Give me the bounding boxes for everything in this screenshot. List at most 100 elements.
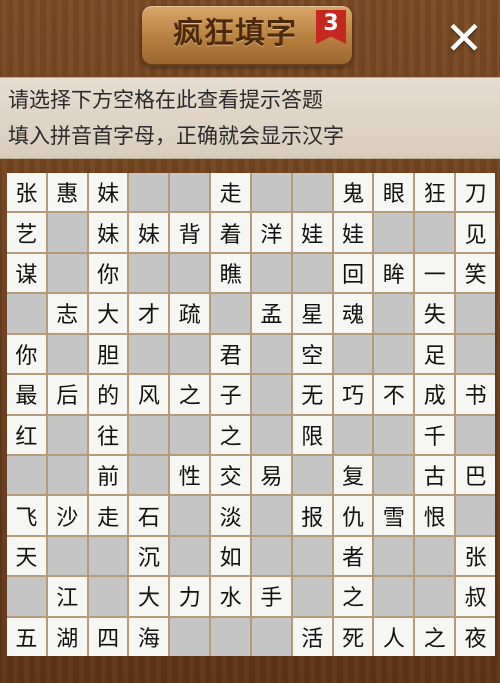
grid-cell[interactable]: 叔 bbox=[456, 577, 495, 616]
grid-cell-empty[interactable] bbox=[292, 455, 332, 495]
grid-cell-empty[interactable] bbox=[374, 577, 414, 616]
grid-cell[interactable]: 易 bbox=[251, 455, 291, 495]
grid-cell-empty[interactable] bbox=[47, 536, 87, 576]
grid-cell[interactable]: 眸 bbox=[374, 253, 414, 293]
grid-cell[interactable]: 空 bbox=[292, 334, 332, 374]
grid-cell-empty[interactable] bbox=[170, 536, 210, 576]
grid-cell[interactable]: 疏 bbox=[170, 294, 210, 333]
grid-cell-empty[interactable] bbox=[374, 455, 414, 495]
grid-cell-empty[interactable] bbox=[292, 253, 332, 293]
grid-cell-empty[interactable] bbox=[129, 173, 169, 212]
grid-cell[interactable]: 湖 bbox=[47, 617, 87, 656]
grid-cell[interactable]: 雪 bbox=[374, 496, 414, 535]
grid-cell[interactable]: 海 bbox=[129, 617, 169, 656]
grid-cell-empty[interactable] bbox=[47, 415, 87, 454]
grid-cell-empty[interactable] bbox=[211, 294, 250, 333]
grid-cell[interactable]: 手 bbox=[251, 577, 291, 616]
grid-cell-empty[interactable] bbox=[47, 213, 87, 252]
grid-cell-empty[interactable] bbox=[170, 496, 210, 535]
grid-cell-empty[interactable] bbox=[333, 415, 373, 454]
grid-cell-empty[interactable] bbox=[170, 253, 210, 293]
grid-cell-empty[interactable] bbox=[415, 577, 455, 616]
grid-cell-empty[interactable] bbox=[415, 213, 455, 252]
grid-cell[interactable]: 笑 bbox=[456, 253, 495, 293]
grid-cell[interactable]: 鬼 bbox=[333, 173, 373, 212]
grid-cell[interactable]: 足 bbox=[415, 334, 455, 374]
grid-cell[interactable]: 天 bbox=[7, 536, 46, 576]
grid-cell[interactable]: 复 bbox=[333, 455, 373, 495]
grid-cell-empty[interactable] bbox=[129, 415, 169, 454]
grid-cell-empty[interactable] bbox=[47, 334, 87, 374]
grid-cell[interactable]: 限 bbox=[292, 415, 332, 454]
grid-cell-empty[interactable] bbox=[88, 577, 128, 616]
grid-cell[interactable]: 张 bbox=[456, 536, 495, 576]
grid-cell-empty[interactable] bbox=[374, 536, 414, 576]
grid-cell-empty[interactable] bbox=[374, 294, 414, 333]
grid-cell[interactable]: 报 bbox=[292, 496, 332, 535]
grid-cell[interactable]: 无 bbox=[292, 375, 332, 414]
grid-cell-empty[interactable] bbox=[456, 334, 495, 374]
grid-cell[interactable]: 往 bbox=[88, 415, 128, 454]
grid-cell-empty[interactable] bbox=[7, 455, 46, 495]
grid-cell[interactable]: 五 bbox=[7, 617, 46, 656]
grid-cell[interactable]: 着 bbox=[211, 213, 250, 252]
grid-cell-empty[interactable] bbox=[333, 334, 373, 374]
grid-cell[interactable]: 背 bbox=[170, 213, 210, 252]
grid-cell-empty[interactable] bbox=[374, 213, 414, 252]
grid-cell[interactable]: 死 bbox=[333, 617, 373, 656]
grid-cell-empty[interactable] bbox=[251, 496, 291, 535]
grid-cell[interactable]: 沙 bbox=[47, 496, 87, 535]
grid-cell[interactable]: 活 bbox=[292, 617, 332, 656]
grid-cell[interactable]: 见 bbox=[456, 213, 495, 252]
grid-cell-empty[interactable] bbox=[170, 173, 210, 212]
grid-cell[interactable]: 红 bbox=[7, 415, 46, 454]
grid-cell-empty[interactable] bbox=[251, 253, 291, 293]
grid-cell-empty[interactable] bbox=[129, 455, 169, 495]
grid-cell[interactable]: 子 bbox=[211, 375, 250, 414]
grid-cell[interactable]: 走 bbox=[211, 173, 250, 212]
grid-cell[interactable]: 恨 bbox=[415, 496, 455, 535]
grid-cell[interactable]: 妹 bbox=[129, 213, 169, 252]
grid-cell-empty[interactable] bbox=[7, 577, 46, 616]
grid-cell[interactable]: 成 bbox=[415, 375, 455, 414]
grid-cell[interactable]: 孟 bbox=[251, 294, 291, 333]
grid-cell[interactable]: 谋 bbox=[7, 253, 46, 293]
grid-cell[interactable]: 之 bbox=[415, 617, 455, 656]
grid-cell[interactable]: 千 bbox=[415, 415, 455, 454]
grid-cell[interactable]: 仇 bbox=[333, 496, 373, 535]
grid-cell-empty[interactable] bbox=[292, 536, 332, 576]
grid-cell[interactable]: 失 bbox=[415, 294, 455, 333]
grid-cell[interactable]: 如 bbox=[211, 536, 250, 576]
grid-cell-empty[interactable] bbox=[211, 617, 250, 656]
grid-cell-empty[interactable] bbox=[251, 375, 291, 414]
grid-cell-empty[interactable] bbox=[251, 173, 291, 212]
grid-cell[interactable]: 前 bbox=[88, 455, 128, 495]
grid-cell[interactable]: 不 bbox=[374, 375, 414, 414]
grid-cell[interactable]: 魂 bbox=[333, 294, 373, 333]
grid-cell[interactable]: 夜 bbox=[456, 617, 495, 656]
grid-cell[interactable]: 江 bbox=[47, 577, 87, 616]
grid-cell[interactable]: 艺 bbox=[7, 213, 46, 252]
grid-cell-empty[interactable] bbox=[374, 334, 414, 374]
grid-cell[interactable]: 走 bbox=[88, 496, 128, 535]
grid-cell[interactable]: 你 bbox=[7, 334, 46, 374]
grid-cell[interactable]: 的 bbox=[88, 375, 128, 414]
grid-cell[interactable]: 才 bbox=[129, 294, 169, 333]
grid-cell[interactable]: 大 bbox=[88, 294, 128, 333]
grid-cell[interactable]: 之 bbox=[333, 577, 373, 616]
grid-cell[interactable]: 飞 bbox=[7, 496, 46, 535]
close-icon[interactable]: ✕ bbox=[440, 14, 488, 62]
grid-cell-empty[interactable] bbox=[129, 334, 169, 374]
grid-cell-empty[interactable] bbox=[251, 617, 291, 656]
grid-cell[interactable]: 胆 bbox=[88, 334, 128, 374]
grid-cell[interactable]: 四 bbox=[88, 617, 128, 656]
grid-cell-empty[interactable] bbox=[170, 334, 210, 374]
grid-cell[interactable]: 淡 bbox=[211, 496, 250, 535]
grid-cell[interactable]: 古 bbox=[415, 455, 455, 495]
grid-cell[interactable]: 力 bbox=[170, 577, 210, 616]
grid-cell[interactable]: 瞧 bbox=[211, 253, 250, 293]
grid-cell[interactable]: 眼 bbox=[374, 173, 414, 212]
grid-cell[interactable]: 沉 bbox=[129, 536, 169, 576]
grid-cell[interactable]: 之 bbox=[211, 415, 250, 454]
grid-cell-empty[interactable] bbox=[170, 415, 210, 454]
